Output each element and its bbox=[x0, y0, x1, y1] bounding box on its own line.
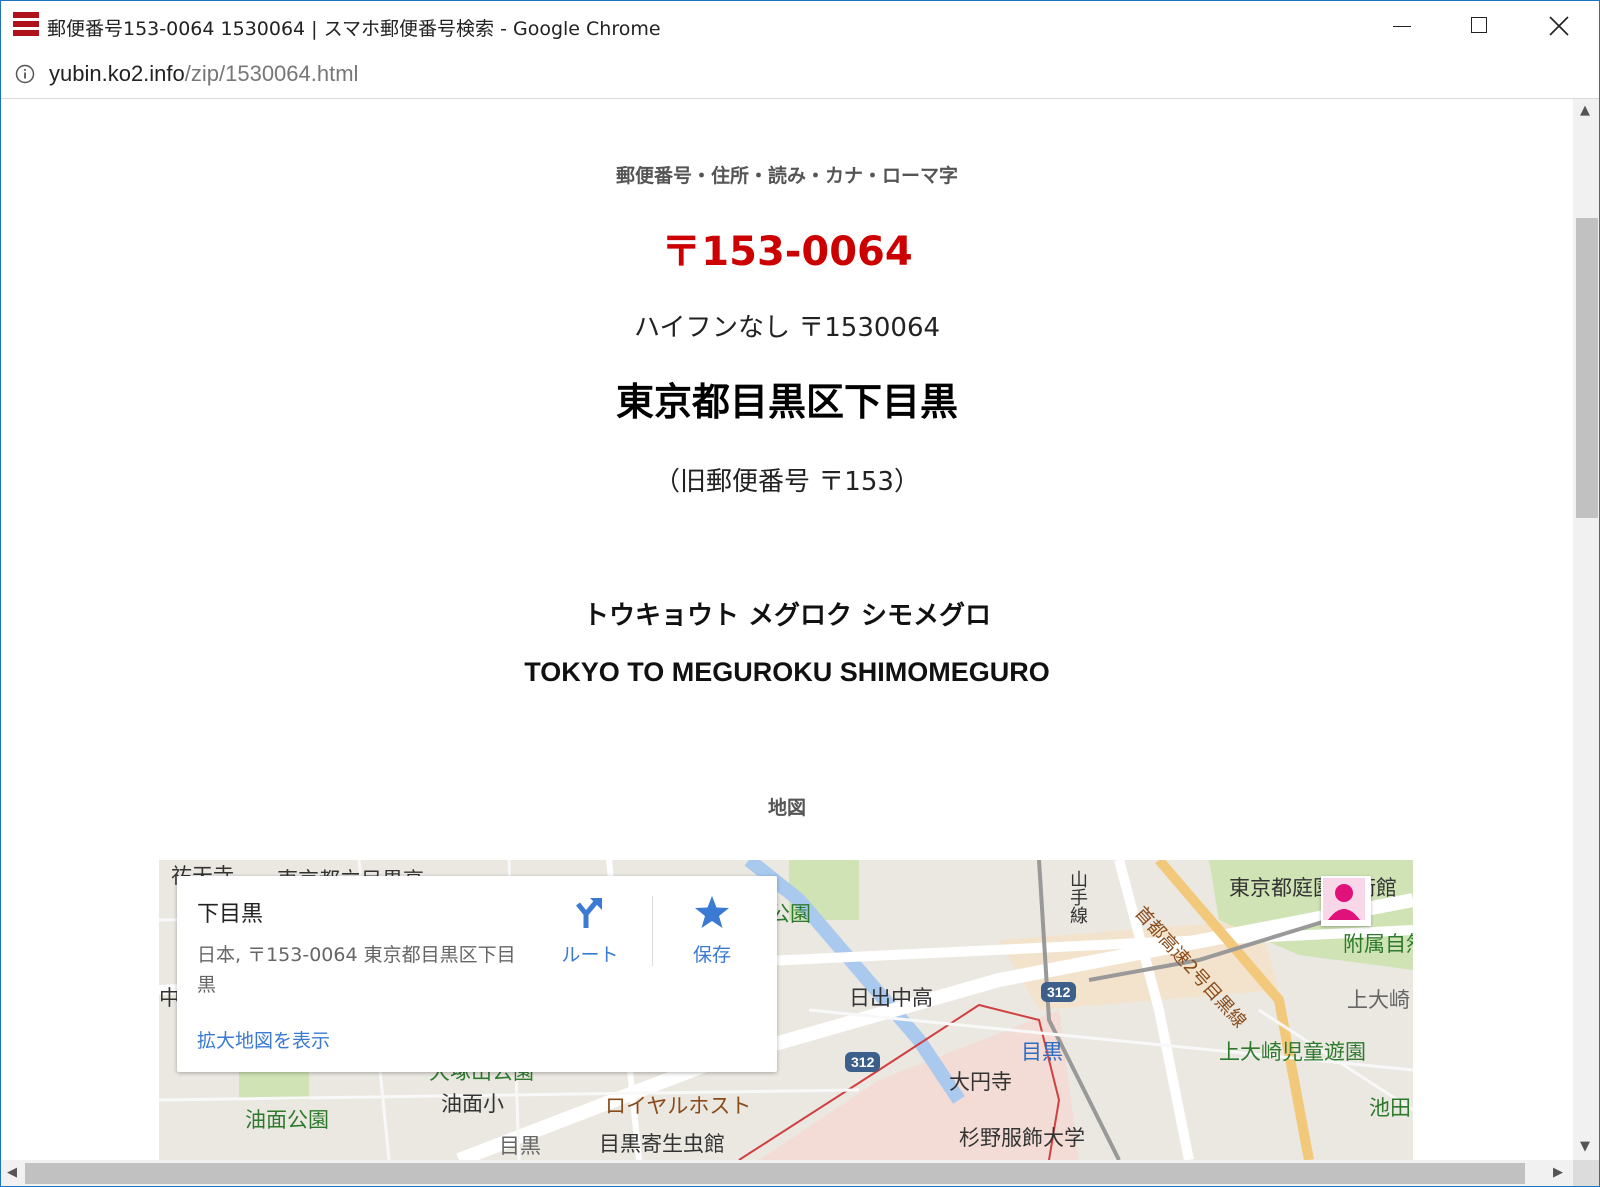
map-heading: 地図 bbox=[767, 797, 806, 819]
map-label-sugino: 杉野服飾大学 bbox=[959, 1126, 1085, 1150]
route-shield-312: 312 bbox=[1041, 982, 1077, 1002]
map-label-kamiosaki-park: 上大崎児童遊園 bbox=[1219, 1040, 1366, 1064]
title-bar: 郵便番号153-0064 1530064 | スマホ郵便番号検索 - Googl… bbox=[1, 1, 1599, 51]
place-address: 日本, 〒153-0064 東京都目黒区下目黒 bbox=[197, 944, 516, 996]
window-title: 郵便番号153-0064 1530064 | スマホ郵便番号検索 - Googl… bbox=[47, 18, 661, 40]
maximize-button[interactable] bbox=[1441, 1, 1519, 51]
map-label-meguro-bottom: 目黒 bbox=[499, 1134, 541, 1158]
postal-code-nohyphen: ハイフンなし 〒1530064 bbox=[633, 313, 941, 343]
directions-icon bbox=[572, 898, 608, 934]
address-title: 東京都目黒区下目黒 bbox=[615, 380, 958, 424]
address-bar[interactable]: yubin.ko2.info/zip/1530064.html bbox=[1, 51, 1599, 99]
map-label-teien: 東京都庭園美術館 bbox=[1229, 876, 1397, 900]
route-label: ルート bbox=[561, 944, 619, 966]
scroll-right-icon[interactable]: ▶ bbox=[1553, 1165, 1563, 1180]
larger-map-link[interactable]: 拡大地図を表示 bbox=[197, 1026, 330, 1053]
browser-window: 郵便番号153-0064 1530064 | スマホ郵便番号検索 - Googl… bbox=[0, 0, 1600, 1187]
place-card: 下目黒 日本, 〒153-0064 東京都目黒区下目黒 拡大地図を表示 ルート … bbox=[177, 876, 777, 1072]
map-label-daienji: 大円寺 bbox=[949, 1070, 1012, 1094]
url-text[interactable]: yubin.ko2.info/zip/1530064.html bbox=[49, 61, 358, 87]
section-heading: 郵便番号・住所・読み・カナ・ローマ字 bbox=[615, 165, 958, 187]
postal-code: 〒153-0064 bbox=[661, 229, 913, 275]
vertical-scrollbar[interactable]: ▲ ▼ bbox=[1573, 99, 1599, 1160]
horizontal-scroll-thumb[interactable] bbox=[25, 1163, 1525, 1184]
route-shield-312-b: 312 bbox=[845, 1052, 881, 1072]
user-avatar[interactable] bbox=[1321, 876, 1371, 926]
map-label-aburamen-school: 油面小 bbox=[441, 1092, 504, 1116]
close-icon bbox=[1549, 16, 1569, 36]
map-label-kamiosaki: 上大崎 bbox=[1347, 988, 1410, 1012]
address-kana: トウキョウト メグロク シモメグロ bbox=[582, 601, 992, 631]
page-content: 郵便番号・住所・読み・カナ・ローマ字 〒153-0064 ハイフンなし 〒153… bbox=[1, 99, 1573, 1160]
scroll-down-icon[interactable]: ▼ bbox=[1580, 1139, 1590, 1154]
address-romaji: TOKYO TO MEGUROKU SHIMOMEGURO bbox=[524, 657, 1050, 687]
site-favicon-icon bbox=[13, 12, 39, 40]
map-label-hinode: 日出中高 bbox=[849, 986, 933, 1010]
save-button[interactable]: 保存 bbox=[677, 894, 747, 967]
card-divider bbox=[652, 896, 653, 966]
map-label-ikeda: 池田 bbox=[1369, 1096, 1411, 1120]
map-label-meguro-station: 目黒 bbox=[1021, 1040, 1063, 1064]
map-label-kiseichu: 目黒寄生虫館 bbox=[599, 1132, 725, 1156]
map-label-royal-host: ロイヤルホスト bbox=[605, 1094, 752, 1118]
save-label: 保存 bbox=[692, 944, 731, 966]
star-icon bbox=[694, 896, 730, 934]
minimize-button[interactable] bbox=[1363, 1, 1441, 51]
map-label-yamanote: 山手線 bbox=[1067, 870, 1088, 924]
site-info-icon[interactable] bbox=[15, 64, 35, 84]
old-postal-code: （旧郵便番号 〒153） bbox=[654, 467, 920, 497]
map-label-fuzoku: 附属自然 bbox=[1343, 932, 1413, 956]
url-path: /zip/1530064.html bbox=[184, 61, 359, 86]
place-name: 下目黒 bbox=[197, 902, 264, 927]
scrollbar-corner bbox=[1573, 1160, 1599, 1186]
route-button[interactable]: ルート bbox=[555, 894, 625, 967]
scroll-up-icon[interactable]: ▲ bbox=[1580, 103, 1590, 118]
scroll-left-icon[interactable]: ◀ bbox=[7, 1165, 17, 1180]
close-button[interactable] bbox=[1519, 1, 1597, 51]
minimize-icon bbox=[1393, 26, 1411, 27]
url-domain: yubin.ko2.info bbox=[49, 61, 185, 86]
vertical-scroll-thumb[interactable] bbox=[1576, 218, 1598, 518]
map-label-aburamen-park: 油面公園 bbox=[245, 1108, 329, 1132]
embedded-map[interactable]: 祐天寺 東京都立目黒高 中 公園 日出中高 山手線 首都高速2号目黒線 東京都庭… bbox=[159, 860, 1413, 1160]
horizontal-scrollbar[interactable]: ◀ ▶ bbox=[1, 1160, 1573, 1186]
maximize-icon bbox=[1471, 17, 1487, 33]
